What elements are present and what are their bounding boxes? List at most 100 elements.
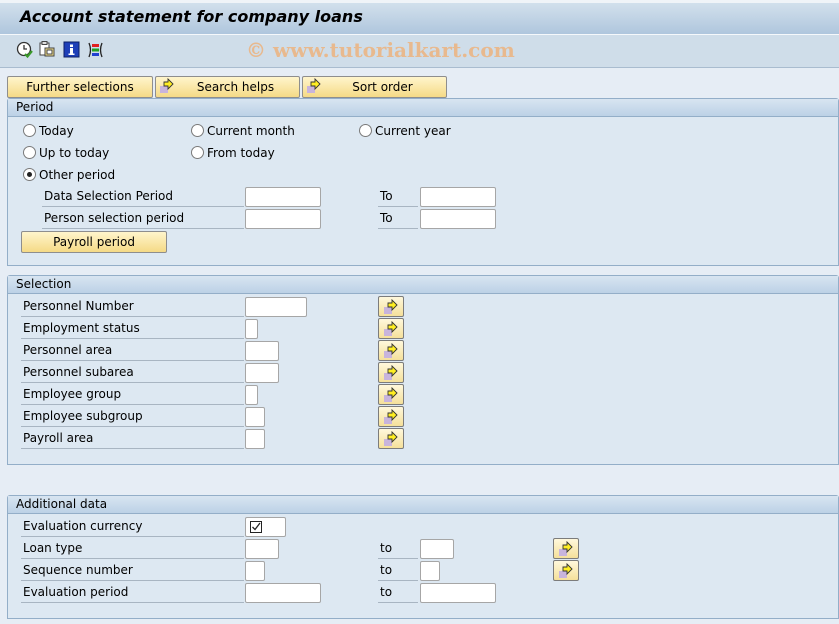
multiple-selection-arrow-icon bbox=[384, 343, 398, 358]
radio-circle[interactable] bbox=[191, 124, 204, 137]
personnel-area-field[interactable] bbox=[246, 342, 278, 360]
employee-group-label: Employee group bbox=[21, 385, 244, 405]
person-selection-to-label: To bbox=[378, 209, 418, 229]
info-icon[interactable] bbox=[63, 41, 81, 59]
employee-subgroup-input[interactable] bbox=[245, 407, 265, 427]
personnel-subarea-input[interactable] bbox=[245, 363, 279, 383]
personnel-number-field[interactable] bbox=[246, 298, 306, 316]
loan-type-to-field[interactable] bbox=[421, 540, 453, 558]
multiple-selection-arrow-icon bbox=[559, 563, 573, 578]
multiple-selection-arrow-icon bbox=[159, 77, 175, 94]
radio-circle[interactable] bbox=[23, 124, 36, 137]
sequence-number-label: Sequence number bbox=[21, 561, 244, 581]
radio-current-month-label: Current month bbox=[207, 124, 295, 138]
data-selection-period-to-field[interactable] bbox=[421, 188, 495, 206]
sequence-number-from-input[interactable] bbox=[245, 561, 265, 581]
multiple-selection-arrow-icon bbox=[384, 409, 398, 424]
data-selection-to-label: To bbox=[378, 187, 418, 207]
period-group-title: Period bbox=[8, 99, 838, 117]
radio-other-period-label: Other period bbox=[39, 168, 116, 182]
employee-subgroup-field[interactable] bbox=[246, 408, 264, 426]
personnel-area-label: Personnel area bbox=[21, 341, 244, 361]
radio-circle-selected[interactable] bbox=[23, 168, 36, 181]
radio-up-to-today[interactable]: Up to today bbox=[23, 145, 109, 161]
data-selection-period-from-field[interactable] bbox=[246, 188, 320, 206]
personnel-subarea-label: Personnel subarea bbox=[21, 363, 244, 383]
loan-type-from-field[interactable] bbox=[246, 540, 278, 558]
personnel-subarea-multiple-selection-button[interactable] bbox=[378, 362, 404, 383]
sort-order-button[interactable]: Sort order bbox=[302, 76, 447, 98]
loan-type-to-input[interactable] bbox=[420, 539, 454, 559]
data-selection-period-to-input[interactable] bbox=[420, 187, 496, 207]
evaluation-period-to-input[interactable] bbox=[420, 583, 496, 603]
sequence-number-to-input[interactable] bbox=[420, 561, 440, 581]
evaluation-period-from-input[interactable] bbox=[245, 583, 321, 603]
person-selection-period-from-field[interactable] bbox=[246, 210, 320, 228]
personnel-number-multiple-selection-button[interactable] bbox=[378, 296, 404, 317]
selection-group-title: Selection bbox=[8, 276, 838, 294]
radio-circle[interactable] bbox=[191, 146, 204, 159]
loan-type-multiple-selection-button[interactable] bbox=[553, 538, 579, 559]
multiple-selection-arrow-icon bbox=[384, 365, 398, 380]
radio-from-today[interactable]: From today bbox=[191, 145, 275, 161]
execute-clock-icon[interactable] bbox=[16, 41, 34, 59]
selection-options-icon[interactable] bbox=[87, 41, 105, 59]
page-title: Account statement for company loans bbox=[20, 7, 363, 26]
search-helps-label: Search helps bbox=[196, 80, 275, 94]
payroll-area-label: Payroll area bbox=[21, 429, 244, 449]
employment-status-field[interactable] bbox=[246, 320, 257, 338]
multiple-selection-arrow-icon bbox=[384, 387, 398, 402]
data-selection-period-label: Data Selection Period bbox=[42, 187, 244, 207]
evaluation-currency-checkbox-field[interactable] bbox=[245, 517, 286, 537]
radio-current-year[interactable]: Current year bbox=[359, 123, 451, 139]
employment-status-input[interactable] bbox=[245, 319, 258, 339]
personnel-area-multiple-selection-button[interactable] bbox=[378, 340, 404, 361]
radio-from-today-label: From today bbox=[207, 146, 275, 160]
sequence-number-multiple-selection-button[interactable] bbox=[553, 560, 579, 581]
search-helps-button[interactable]: Search helps bbox=[155, 76, 300, 98]
personnel-number-input[interactable] bbox=[245, 297, 307, 317]
application-toolbar: © www.tutorialkart.com bbox=[0, 35, 839, 68]
personnel-number-label: Personnel Number bbox=[21, 297, 244, 317]
evaluation-period-label: Evaluation period bbox=[21, 583, 244, 603]
radio-today-label: Today bbox=[39, 124, 74, 138]
radio-today[interactable]: Today bbox=[23, 123, 74, 139]
multiple-selection-arrow-icon bbox=[384, 299, 398, 314]
checkbox-checked-icon[interactable] bbox=[250, 521, 262, 533]
employee-subgroup-multiple-selection-button[interactable] bbox=[378, 406, 404, 427]
employee-group-input[interactable] bbox=[245, 385, 258, 405]
payroll-area-field[interactable] bbox=[246, 430, 264, 448]
radio-circle[interactable] bbox=[359, 124, 372, 137]
personnel-subarea-field[interactable] bbox=[246, 364, 278, 382]
data-selection-period-from-input[interactable] bbox=[245, 187, 321, 207]
loan-type-label: Loan type bbox=[21, 539, 244, 559]
radio-current-month[interactable]: Current month bbox=[191, 123, 295, 139]
employee-group-field[interactable] bbox=[246, 386, 257, 404]
multiple-selection-arrow-icon bbox=[384, 321, 398, 336]
radio-other-period[interactable]: Other period bbox=[23, 167, 115, 183]
loan-type-from-input[interactable] bbox=[245, 539, 279, 559]
multiple-selection-arrow-icon bbox=[384, 431, 398, 446]
employee-group-multiple-selection-button[interactable] bbox=[378, 384, 404, 405]
radio-circle[interactable] bbox=[23, 146, 36, 159]
further-selections-label: Further selections bbox=[26, 80, 134, 94]
payroll-area-multiple-selection-button[interactable] bbox=[378, 428, 404, 449]
sequence-number-from-field[interactable] bbox=[246, 562, 264, 580]
further-selections-button[interactable]: Further selections bbox=[7, 76, 153, 98]
evaluation-period-to-label: to bbox=[378, 583, 418, 603]
payroll-area-input[interactable] bbox=[245, 429, 265, 449]
employment-status-label: Employment status bbox=[21, 319, 244, 339]
personnel-area-input[interactable] bbox=[245, 341, 279, 361]
evaluation-period-from-field[interactable] bbox=[246, 584, 320, 602]
get-variant-icon[interactable] bbox=[38, 41, 56, 59]
person-selection-period-to-field[interactable] bbox=[421, 210, 495, 228]
sequence-number-to-label: to bbox=[378, 561, 418, 581]
payroll-period-button[interactable]: Payroll period bbox=[21, 231, 167, 253]
employment-status-multiple-selection-button[interactable] bbox=[378, 318, 404, 339]
person-selection-period-from-input[interactable] bbox=[245, 209, 321, 229]
person-selection-period-to-input[interactable] bbox=[420, 209, 496, 229]
employee-subgroup-label: Employee subgroup bbox=[21, 407, 244, 427]
sequence-number-to-field[interactable] bbox=[421, 562, 439, 580]
evaluation-currency-label: Evaluation currency bbox=[21, 517, 244, 537]
evaluation-period-to-field[interactable] bbox=[421, 584, 495, 602]
